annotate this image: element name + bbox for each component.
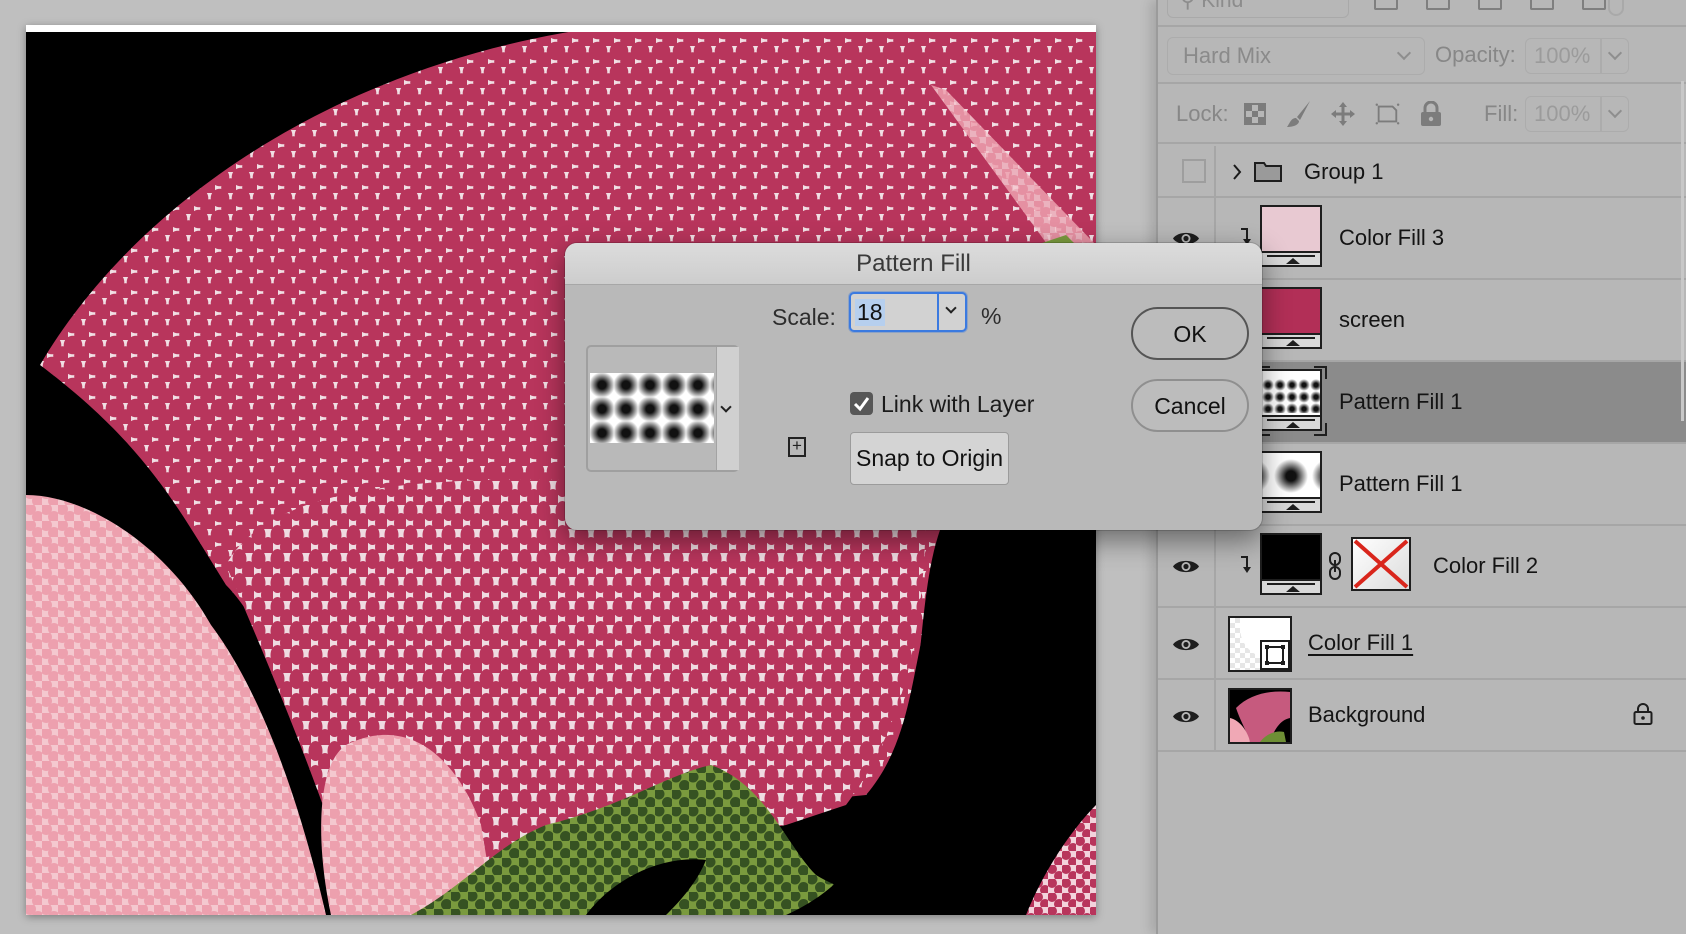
chevron-right-icon[interactable] xyxy=(1232,163,1242,181)
opacity-label: Opacity: xyxy=(1435,42,1516,67)
cancel-button[interactable]: Cancel xyxy=(1131,379,1249,432)
lock-brush-icon[interactable] xyxy=(1286,101,1312,127)
layer-thumbnail xyxy=(1260,205,1322,267)
visibility-toggle[interactable] xyxy=(1158,526,1216,606)
layer-thumbnail xyxy=(1260,451,1322,513)
scale-label: Scale: xyxy=(772,304,836,330)
scale-dropdown-chevron-icon[interactable] xyxy=(945,302,957,314)
mask-disabled-x-icon xyxy=(1353,539,1409,589)
visibility-off-box[interactable] xyxy=(1182,159,1206,183)
opacity-field[interactable]: 100% xyxy=(1525,38,1629,74)
lock-transparency-icon[interactable] xyxy=(1242,101,1268,127)
lock-artboard-icon[interactable] xyxy=(1374,101,1400,127)
lock-icon xyxy=(1633,703,1653,725)
pattern-fill-dialog: Pattern Fill Scale: 18 % Link with Layer… xyxy=(565,243,1262,530)
photoshop-workspace: ⚲ Kind Hard Mix Opacity: 100% Lock: Fill… xyxy=(0,0,1686,934)
layer-thumbnail xyxy=(1228,688,1292,744)
lock-label: Lock: xyxy=(1176,101,1229,126)
lock-all-icon[interactable] xyxy=(1418,101,1444,127)
lock-icons xyxy=(1242,101,1444,127)
chevron-down-icon xyxy=(720,401,732,413)
layer-row-color-fill-2[interactable]: Color Fill 2 xyxy=(1158,526,1686,608)
visibility-toggle[interactable] xyxy=(1158,146,1216,196)
filter-shape-icon[interactable] xyxy=(1530,0,1554,10)
visibility-toggle[interactable] xyxy=(1158,608,1216,678)
layer-row-group-1[interactable]: Group 1 xyxy=(1158,146,1686,198)
layer-name[interactable]: Pattern Fill 1 xyxy=(1339,389,1463,415)
layer-name[interactable]: screen xyxy=(1339,307,1405,333)
eye-icon[interactable] xyxy=(1172,558,1200,575)
filter-type-icon[interactable] xyxy=(1478,0,1502,10)
link-with-layer-checkbox[interactable] xyxy=(850,392,873,415)
pattern-swatch[interactable] xyxy=(590,373,714,443)
layer-name[interactable]: Group 1 xyxy=(1304,159,1384,185)
link-with-layer-label[interactable]: Link with Layer xyxy=(881,391,1034,418)
filter-icons xyxy=(1374,0,1606,10)
layer-row-background[interactable]: Background xyxy=(1158,680,1686,752)
layer-row-color-fill-1[interactable]: Color Fill 1 xyxy=(1158,608,1686,680)
checkmark-icon xyxy=(853,397,870,412)
blend-row: Hard Mix Opacity: 100% xyxy=(1158,27,1686,84)
chevron-down-icon xyxy=(1396,45,1412,61)
fill-label: Fill: xyxy=(1484,101,1519,126)
lock-move-icon[interactable] xyxy=(1330,101,1356,127)
new-preset-plus-icon[interactable]: + xyxy=(788,437,806,457)
search-icon: ⚲ xyxy=(1180,0,1196,12)
pattern-dropdown-button[interactable] xyxy=(716,347,739,470)
filter-adjustment-icon[interactable] xyxy=(1426,0,1450,10)
pattern-picker[interactable] xyxy=(586,345,739,472)
clipping-mask-icon xyxy=(1241,556,1251,573)
filter-toggle[interactable] xyxy=(1608,0,1624,16)
canvas-top-edge xyxy=(26,25,1096,32)
scale-value[interactable]: 18 xyxy=(855,299,885,326)
chevron-down-icon xyxy=(1607,103,1623,119)
layer-name[interactable]: Pattern Fill 1 xyxy=(1339,471,1463,497)
blend-mode-dropdown[interactable]: Hard Mix xyxy=(1167,37,1425,75)
layer-thumbnail xyxy=(1260,533,1322,595)
layer-name[interactable]: Color Fill 3 xyxy=(1339,225,1444,251)
filter-smart-object-icon[interactable] xyxy=(1582,0,1606,10)
filter-kind-dropdown[interactable]: ⚲ Kind xyxy=(1167,0,1349,18)
eye-icon[interactable] xyxy=(1172,636,1200,653)
layer-name[interactable]: Background xyxy=(1308,702,1425,728)
layer-thumbnail xyxy=(1260,287,1322,349)
layer-name[interactable]: Color Fill 2 xyxy=(1433,553,1538,579)
mask-link-icon[interactable] xyxy=(1328,552,1342,580)
eye-icon[interactable] xyxy=(1172,708,1200,725)
visibility-toggle[interactable] xyxy=(1158,680,1216,750)
scale-input[interactable]: 18 xyxy=(849,292,967,332)
selection-brackets xyxy=(1257,366,1327,436)
scale-unit: % xyxy=(981,303,1002,329)
lock-row: Lock: Fill: 100% xyxy=(1158,84,1686,144)
dialog-title: Pattern Fill xyxy=(565,243,1262,285)
panel-scrollbar[interactable] xyxy=(1681,81,1684,421)
folder-icon xyxy=(1254,162,1282,182)
filter-row: ⚲ Kind xyxy=(1158,0,1686,27)
disabled-mask-thumbnail[interactable] xyxy=(1351,537,1411,591)
fill-field[interactable]: 100% xyxy=(1525,96,1629,132)
layer-thumbnail xyxy=(1228,616,1292,672)
chevron-down-icon xyxy=(1607,45,1623,61)
filter-pixel-icon[interactable] xyxy=(1374,0,1398,10)
smart-object-icon xyxy=(1260,640,1290,670)
snap-to-origin-button[interactable]: Snap to Origin xyxy=(850,432,1009,485)
ok-button[interactable]: OK xyxy=(1131,307,1249,360)
layer-name[interactable]: Color Fill 1 xyxy=(1308,630,1413,656)
